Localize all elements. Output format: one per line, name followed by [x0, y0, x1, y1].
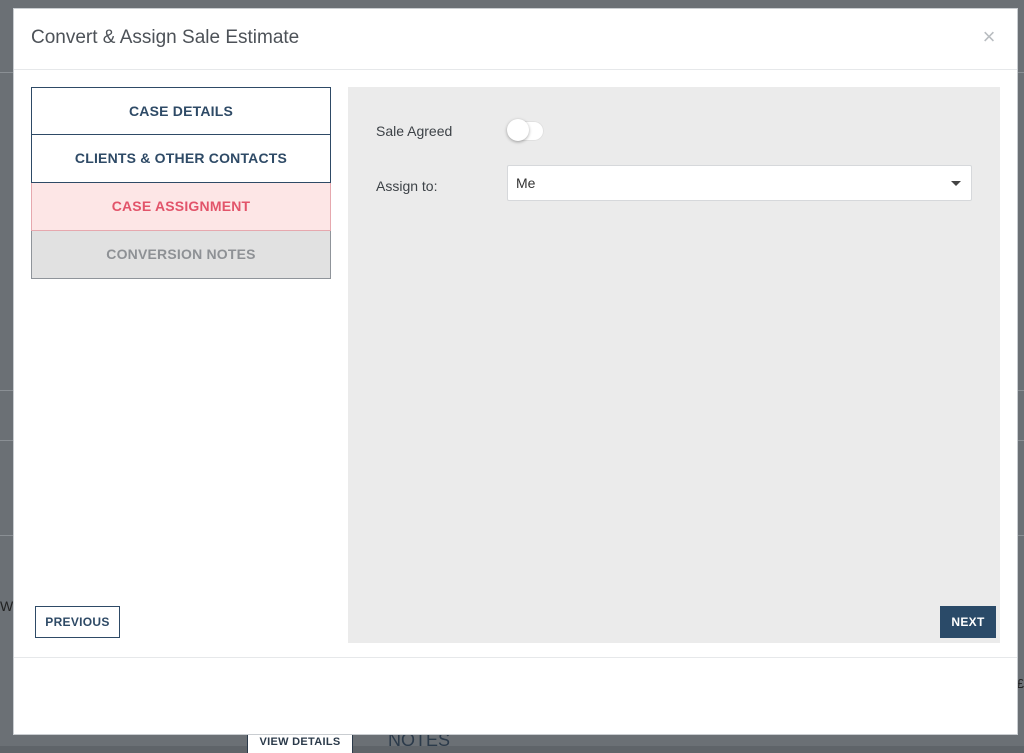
step-navigation: CASE DETAILS CLIENTS & OTHER CONTACTS CA…: [31, 87, 331, 279]
background-fragment-left: W: [0, 598, 14, 614]
assign-to-label: Assign to:: [376, 178, 438, 194]
sale-agreed-toggle[interactable]: [507, 119, 544, 141]
convert-assign-modal: Convert & Assign Sale Estimate × CASE DE…: [13, 8, 1018, 735]
previous-button[interactable]: PREVIOUS: [35, 606, 120, 638]
step-case-assignment[interactable]: CASE ASSIGNMENT: [31, 183, 331, 231]
modal-footer: [14, 657, 1017, 734]
modal-header: Convert & Assign Sale Estimate ×: [14, 9, 1017, 70]
case-assignment-panel: Sale Agreed Assign to: Me: [348, 87, 1000, 643]
step-case-details[interactable]: CASE DETAILS: [31, 87, 331, 135]
toggle-knob: [507, 119, 529, 141]
assign-to-value: Me: [516, 175, 536, 191]
sale-agreed-label: Sale Agreed: [376, 123, 453, 139]
next-button[interactable]: NEXT: [940, 606, 996, 638]
step-conversion-notes: CONVERSION NOTES: [31, 231, 331, 279]
background-view-details-button[interactable]: VIEW DETAILS: [247, 733, 353, 753]
assign-to-select[interactable]: Me: [507, 165, 972, 201]
close-icon[interactable]: ×: [977, 25, 1001, 49]
step-clients-other-contacts[interactable]: CLIENTS & OTHER CONTACTS: [31, 135, 331, 183]
caret-down-icon: [951, 181, 961, 186]
modal-title: Convert & Assign Sale Estimate: [31, 27, 300, 48]
